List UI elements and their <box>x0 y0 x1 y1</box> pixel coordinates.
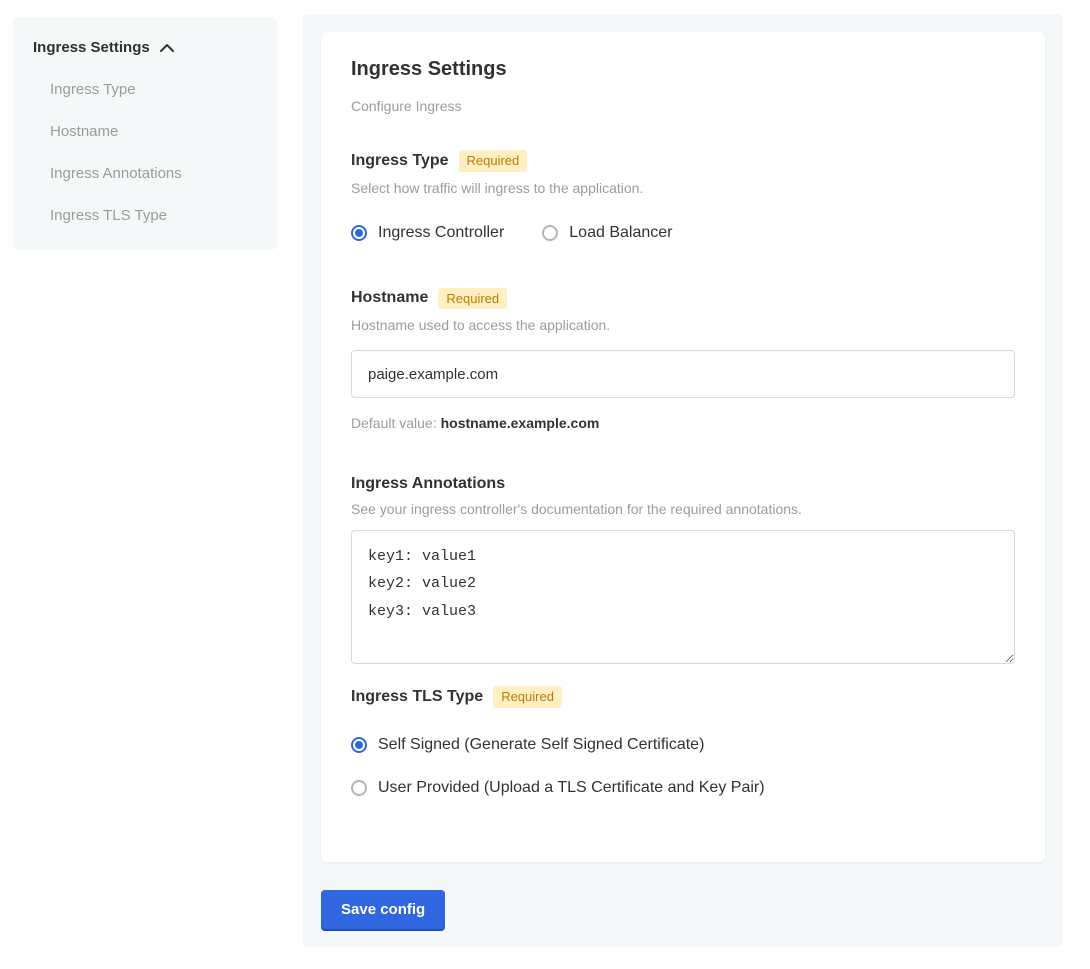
default-value-text: hostname.example.com <box>441 415 600 431</box>
hostname-default-line: Default value:hostname.example.com <box>351 415 1015 431</box>
section-ingress-type: Ingress Type Required Select how traffic… <box>351 150 1015 242</box>
default-value-label: Default value: <box>351 415 437 431</box>
section-hostname: Hostname Required Hostname used to acces… <box>351 288 1015 432</box>
section-heading: Ingress Type Required <box>351 150 1015 172</box>
required-badge: Required <box>438 288 507 310</box>
required-badge: Required <box>493 686 562 708</box>
radio-label: Load Balancer <box>569 224 672 242</box>
section-label: Ingress Annotations <box>351 475 505 493</box>
hostname-input[interactable] <box>351 350 1015 398</box>
config-main-panel: Ingress Settings Configure Ingress Ingre… <box>303 14 1063 947</box>
sidebar-item-list: Ingress Type Hostname Ingress Annotation… <box>33 81 257 224</box>
radio-option-ingress-controller[interactable]: Ingress Controller <box>351 224 504 242</box>
radio-option-load-balancer[interactable]: Load Balancer <box>542 224 672 242</box>
sidebar-group-ingress-settings[interactable]: Ingress Settings <box>33 39 257 56</box>
radio-option-self-signed[interactable]: Self Signed (Generate Self Signed Certif… <box>351 736 1015 754</box>
radio-option-user-provided[interactable]: User Provided (Upload a TLS Certificate … <box>351 779 1015 797</box>
radio-icon[interactable] <box>351 780 367 796</box>
sidebar-item-ingress-annotations[interactable]: Ingress Annotations <box>50 165 257 182</box>
section-label: Ingress Type <box>351 152 449 170</box>
section-help-text: See your ingress controller's documentat… <box>351 501 1015 517</box>
section-heading: Ingress Annotations <box>351 475 1015 493</box>
config-sidebar: Ingress Settings Ingress Type Hostname I… <box>13 17 277 250</box>
sidebar-item-ingress-type[interactable]: Ingress Type <box>50 81 257 98</box>
radio-label: Self Signed (Generate Self Signed Certif… <box>378 736 704 754</box>
radio-icon[interactable] <box>351 737 367 753</box>
section-label: Ingress TLS Type <box>351 688 483 706</box>
radio-icon[interactable] <box>351 225 367 241</box>
section-ingress-annotations: Ingress Annotations See your ingress con… <box>351 475 1015 664</box>
section-ingress-tls-type: Ingress TLS Type Required Self Signed (G… <box>351 686 1015 797</box>
section-help-text: Select how traffic will ingress to the a… <box>351 180 1015 196</box>
card-subtitle: Configure Ingress <box>351 98 1015 114</box>
ingress-settings-card: Ingress Settings Configure Ingress Ingre… <box>321 32 1045 862</box>
radio-label: Ingress Controller <box>378 224 504 242</box>
sidebar-item-hostname[interactable]: Hostname <box>50 123 257 140</box>
chevron-up-icon <box>159 42 175 54</box>
section-help-text: Hostname used to access the application. <box>351 317 1015 333</box>
section-heading: Hostname Required <box>351 288 1015 310</box>
radio-icon[interactable] <box>542 225 558 241</box>
section-label: Hostname <box>351 289 428 307</box>
ingress-type-radio-group: Ingress Controller Load Balancer <box>351 224 1015 242</box>
required-badge: Required <box>459 150 528 172</box>
annotations-textarea[interactable]: key1: value1 key2: value2 key3: value3 <box>351 530 1015 664</box>
tls-type-radio-group: Self Signed (Generate Self Signed Certif… <box>351 736 1015 797</box>
radio-label: User Provided (Upload a TLS Certificate … <box>378 779 765 797</box>
card-title: Ingress Settings <box>351 58 1015 81</box>
sidebar-group-title: Ingress Settings <box>33 39 150 56</box>
sidebar-item-ingress-tls-type[interactable]: Ingress TLS Type <box>50 207 257 224</box>
section-heading: Ingress TLS Type Required <box>351 686 1015 708</box>
save-config-button[interactable]: Save config <box>321 890 445 929</box>
